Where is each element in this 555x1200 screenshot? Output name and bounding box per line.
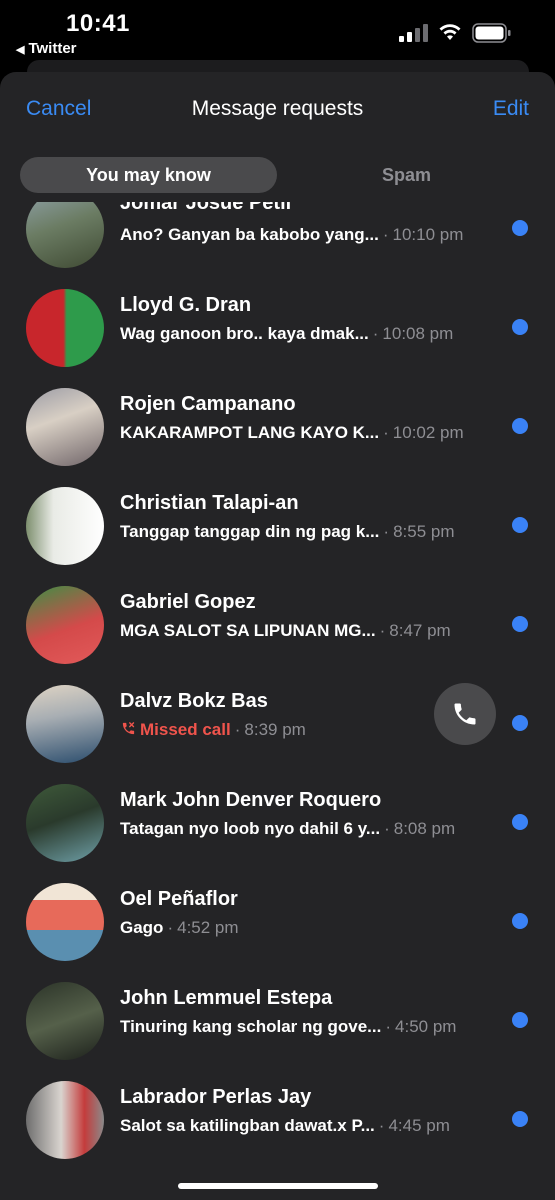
- message-preview: Tanggap tanggap din ng pag k... · 8:55 pm: [120, 522, 455, 542]
- message-text: Tatagan nyo loob nyo dahil 6 y...: [120, 819, 381, 838]
- separator-dot: ·: [383, 522, 390, 541]
- timestamp: 4:50 pm: [395, 1017, 457, 1036]
- wifi-icon: [439, 24, 461, 40]
- message-preview: MGA SALOT SA LIPUNAN MG... · 8:47 pm: [120, 621, 451, 641]
- separator-dot: ·: [383, 423, 389, 442]
- call-back-button[interactable]: [434, 683, 496, 745]
- contact-name: Rojen Campanano: [120, 393, 296, 415]
- list-item[interactable]: Labrador Perlas Jay Salot sa katilingban…: [0, 1071, 555, 1170]
- unread-dot: [512, 319, 528, 335]
- request-list: Jomar Josue Petil Ano? Ganyan ba kabobo …: [0, 202, 555, 1200]
- message-text: Tinuring kang scholar ng gove...: [120, 1017, 382, 1036]
- unread-dot: [512, 715, 528, 731]
- separator-dot: ·: [379, 621, 386, 640]
- nav-bar: Cancel Message requests Edit: [0, 72, 555, 144]
- unread-dot: [512, 1012, 528, 1028]
- avatar: [26, 289, 104, 367]
- timestamp: 10:02 pm: [392, 423, 464, 442]
- avatar: [26, 685, 104, 763]
- message-text: MGA SALOT SA LIPUNAN MG...: [120, 621, 376, 640]
- message-preview: Missed call · 8:39 pm: [120, 720, 306, 740]
- unread-dot: [512, 517, 528, 533]
- avatar: [26, 388, 104, 466]
- contact-name: Jomar Josue Petil: [120, 202, 292, 214]
- list-item[interactable]: Dalvz Bokz Bas Missed call · 8:39 pm: [0, 675, 555, 774]
- unread-dot: [512, 220, 528, 236]
- avatar: [26, 784, 104, 862]
- timestamp: 8:55 pm: [393, 522, 455, 541]
- back-app-label: Twitter: [28, 40, 77, 57]
- unread-dot: [512, 616, 528, 632]
- message-preview: Tatagan nyo loob nyo dahil 6 y... · 8:08 p…: [120, 819, 455, 839]
- contact-name: Lloyd G. Dran: [120, 294, 252, 316]
- separator-dot: ·: [382, 225, 389, 244]
- missed-call-icon: [122, 722, 135, 735]
- contact-name: Dalvz Bokz Bas: [120, 690, 268, 712]
- phone-icon: [454, 703, 476, 725]
- timestamp: 10:10 pm: [392, 225, 464, 244]
- avatar: [26, 202, 104, 268]
- message-requests-sheet: Cancel Message requests Edit You may kno…: [0, 72, 555, 1200]
- timestamp: 4:45 pm: [388, 1116, 450, 1135]
- list-item[interactable]: Mark John Denver Roquero Tatagan nyo loo…: [0, 774, 555, 873]
- avatar: [26, 586, 104, 664]
- message-text: Tanggap tanggap din ng pag k...: [120, 522, 380, 541]
- message-text: Wag ganoon bro.. kaya dmak...: [120, 324, 369, 343]
- page-title: Message requests: [191, 97, 364, 120]
- separator-dot: ·: [384, 819, 390, 838]
- message-text: Gago: [120, 918, 164, 937]
- contact-name: Mark John Denver Roquero: [120, 789, 382, 811]
- contact-name: Gabriel Gopez: [120, 591, 256, 613]
- message-text: KAKARAMPOT LANG KAYO K...: [120, 423, 380, 442]
- separator-dot: ·: [234, 720, 241, 739]
- segmented-control: You may know Spam: [20, 157, 535, 193]
- message-text: Ano? Ganyan ba kabobo yang...: [120, 225, 379, 244]
- list-item[interactable]: Jomar Josue Petil Ano? Ganyan ba kabobo …: [0, 202, 555, 279]
- unread-dot: [512, 814, 528, 830]
- separator-dot: ·: [167, 918, 174, 937]
- list-item[interactable]: John Lemmuel Estepa Tinuring kang schola…: [0, 972, 555, 1071]
- avatar: [26, 487, 104, 565]
- list-item[interactable]: Christian Talapi-an Tanggap tanggap din …: [0, 477, 555, 576]
- message-preview: Salot sa katilingban dawat.x P... · 4:45 p…: [120, 1116, 450, 1136]
- unread-dot: [512, 1111, 528, 1127]
- back-triangle-icon: ◀: [16, 44, 25, 56]
- contact-name: Labrador Perlas Jay: [120, 1086, 312, 1108]
- list-item[interactable]: Lloyd G. Dran Wag ganoon bro.. kaya dmak…: [0, 279, 555, 378]
- home-indicator[interactable]: [178, 1183, 378, 1189]
- list-item[interactable]: Rojen Campanano KAKARAMPOT LANG KAYO K..…: [0, 378, 555, 477]
- timestamp: 10:08 pm: [382, 324, 454, 343]
- avatar: [26, 883, 104, 961]
- contact-name: Christian Talapi-an: [120, 492, 299, 514]
- message-preview: Ano? Ganyan ba kabobo yang... · 10:10 pm: [120, 225, 463, 245]
- missed-call-text: Missed call: [140, 720, 231, 739]
- edit-button[interactable]: Edit: [493, 97, 529, 121]
- tab-you-may-know[interactable]: You may know: [20, 157, 277, 193]
- separator-dot: ·: [378, 1116, 385, 1135]
- avatar: [26, 982, 104, 1060]
- back-to-app-link[interactable]: ◀ Twitter: [16, 40, 77, 57]
- timestamp: 4:52 pm: [177, 918, 239, 937]
- unread-dot: [512, 913, 528, 929]
- unread-dot: [512, 418, 528, 434]
- timestamp: 8:08 pm: [393, 819, 456, 838]
- list-item[interactable]: Gabriel Gopez MGA SALOT SA LIPUNAN MG...…: [0, 576, 555, 675]
- signal-icon: [399, 24, 428, 42]
- message-preview: Gago · 4:52 pm: [120, 918, 239, 938]
- contact-name: Oel Peñaflor: [120, 888, 238, 910]
- separator-dot: ·: [385, 1017, 392, 1036]
- tab-spam[interactable]: Spam: [278, 157, 535, 193]
- list-item[interactable]: Oel Peñaflor Gago · 4:52 pm: [0, 873, 555, 972]
- status-time: 10:41: [66, 10, 130, 37]
- message-preview: Wag ganoon bro.. kaya dmak... · 10:08 pm: [120, 324, 453, 344]
- battery-icon: [472, 23, 511, 43]
- message-preview: KAKARAMPOT LANG KAYO K... · 10:02 pm: [120, 423, 464, 443]
- contact-name: John Lemmuel Estepa: [120, 987, 333, 1009]
- separator-dot: ·: [372, 324, 379, 343]
- timestamp: 8:39 pm: [244, 720, 306, 739]
- avatar: [26, 1081, 104, 1159]
- timestamp: 8:47 pm: [389, 621, 451, 640]
- message-preview: Tinuring kang scholar ng gove... · 4:50 pm: [120, 1017, 456, 1037]
- message-text: Salot sa katilingban dawat.x P...: [120, 1116, 375, 1135]
